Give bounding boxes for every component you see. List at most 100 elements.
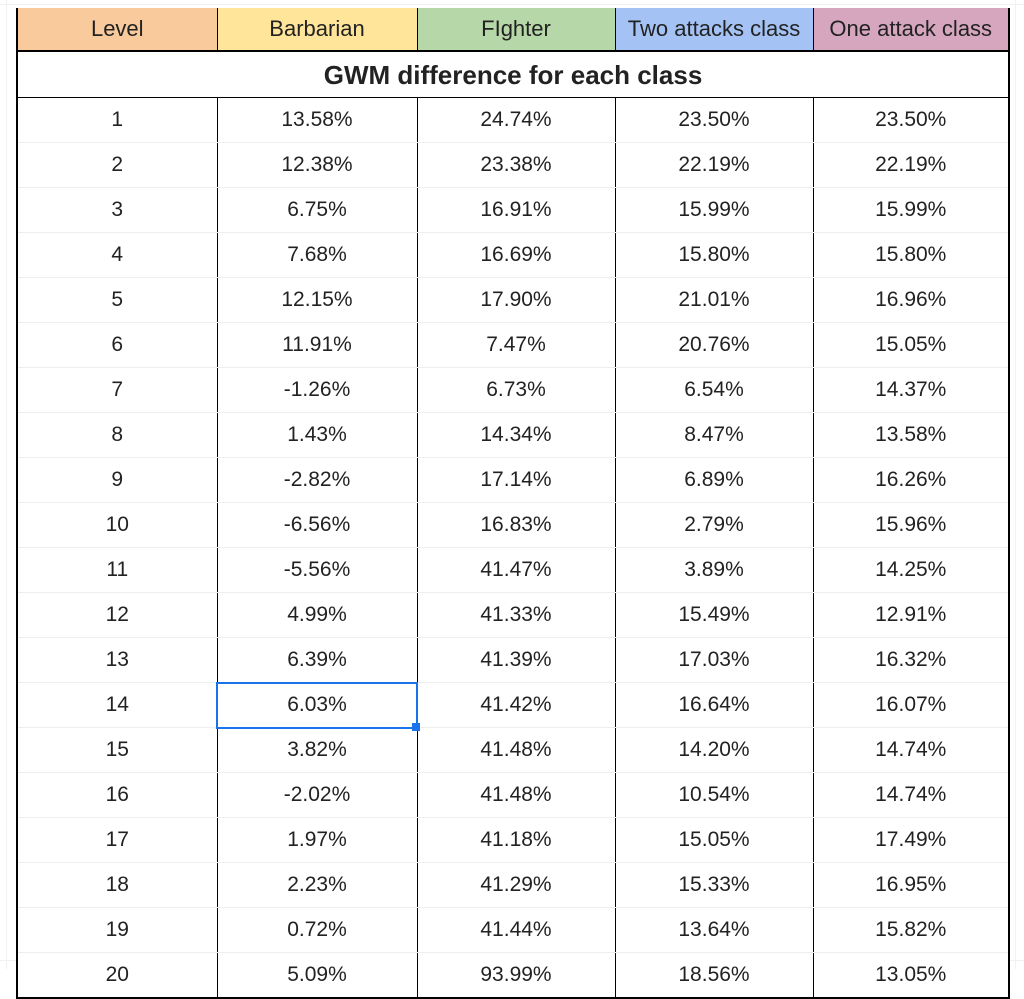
cell-fighter[interactable]: 16.91% xyxy=(417,188,615,233)
cell-two[interactable]: 15.80% xyxy=(615,233,813,278)
cell-fighter[interactable]: 17.90% xyxy=(417,278,615,323)
cell-two[interactable]: 15.33% xyxy=(615,863,813,908)
cell-one[interactable]: 14.74% xyxy=(813,773,1009,818)
cell-two[interactable]: 16.64% xyxy=(615,683,813,728)
col-header-level[interactable]: Level xyxy=(17,8,217,51)
cell-fighter[interactable]: 41.44% xyxy=(417,908,615,953)
cell-barb[interactable]: 12.38% xyxy=(217,143,417,188)
cell-fighter[interactable]: 23.38% xyxy=(417,143,615,188)
cell-level[interactable]: 2 xyxy=(17,143,217,188)
cell-two[interactable]: 15.49% xyxy=(615,593,813,638)
cell-fighter[interactable]: 7.47% xyxy=(417,323,615,368)
cell-barb[interactable]: 13.58% xyxy=(217,98,417,143)
cell-fighter[interactable]: 41.29% xyxy=(417,863,615,908)
cell-level[interactable]: 14 xyxy=(17,683,217,728)
cell-two[interactable]: 20.76% xyxy=(615,323,813,368)
cell-fighter[interactable]: 17.14% xyxy=(417,458,615,503)
cell-one[interactable]: 15.05% xyxy=(813,323,1009,368)
cell-two[interactable]: 15.05% xyxy=(615,818,813,863)
cell-two[interactable]: 6.89% xyxy=(615,458,813,503)
cell-level[interactable]: 20 xyxy=(17,953,217,999)
cell-fighter[interactable]: 41.33% xyxy=(417,593,615,638)
cell-fighter[interactable]: 41.39% xyxy=(417,638,615,683)
cell-one[interactable]: 13.05% xyxy=(813,953,1009,999)
cell-barb[interactable]: 11.91% xyxy=(217,323,417,368)
cell-barb[interactable]: -5.56% xyxy=(217,548,417,593)
cell-barb[interactable]: 0.72% xyxy=(217,908,417,953)
cell-one[interactable]: 13.58% xyxy=(813,413,1009,458)
cell-barb[interactable]: 1.97% xyxy=(217,818,417,863)
cell-one[interactable]: 14.37% xyxy=(813,368,1009,413)
cell-barb[interactable]: 2.23% xyxy=(217,863,417,908)
cell-level[interactable]: 4 xyxy=(17,233,217,278)
cell-one[interactable]: 16.07% xyxy=(813,683,1009,728)
cell-fighter[interactable]: 6.73% xyxy=(417,368,615,413)
cell-fighter[interactable]: 16.69% xyxy=(417,233,615,278)
cell-two[interactable]: 10.54% xyxy=(615,773,813,818)
cell-fighter[interactable]: 41.42% xyxy=(417,683,615,728)
cell-one[interactable]: 16.95% xyxy=(813,863,1009,908)
cell-barb[interactable]: -6.56% xyxy=(217,503,417,548)
cell-two[interactable]: 14.20% xyxy=(615,728,813,773)
cell-level[interactable]: 15 xyxy=(17,728,217,773)
cell-one[interactable]: 23.50% xyxy=(813,98,1009,143)
col-header-barbarian[interactable]: Barbarian xyxy=(217,8,417,51)
cell-fighter[interactable]: 41.47% xyxy=(417,548,615,593)
cell-barb[interactable]: 6.03% xyxy=(217,683,417,728)
cell-fighter[interactable]: 16.83% xyxy=(417,503,615,548)
cell-barb[interactable]: 1.43% xyxy=(217,413,417,458)
cell-two[interactable]: 6.54% xyxy=(615,368,813,413)
cell-level[interactable]: 12 xyxy=(17,593,217,638)
cell-level[interactable]: 8 xyxy=(17,413,217,458)
cell-barb[interactable]: -1.26% xyxy=(217,368,417,413)
cell-one[interactable]: 16.26% xyxy=(813,458,1009,503)
cell-one[interactable]: 12.91% xyxy=(813,593,1009,638)
cell-one[interactable]: 15.99% xyxy=(813,188,1009,233)
cell-level[interactable]: 1 xyxy=(17,98,217,143)
cell-level[interactable]: 11 xyxy=(17,548,217,593)
cell-level[interactable]: 19 xyxy=(17,908,217,953)
cell-level[interactable]: 13 xyxy=(17,638,217,683)
cell-two[interactable]: 21.01% xyxy=(615,278,813,323)
col-header-one-attack[interactable]: One attack class xyxy=(813,8,1009,51)
col-header-fighter[interactable]: FIghter xyxy=(417,8,615,51)
cell-two[interactable]: 2.79% xyxy=(615,503,813,548)
cell-one[interactable]: 17.49% xyxy=(813,818,1009,863)
cell-fighter[interactable]: 41.18% xyxy=(417,818,615,863)
cell-one[interactable]: 15.80% xyxy=(813,233,1009,278)
cell-two[interactable]: 3.89% xyxy=(615,548,813,593)
cell-barb[interactable]: -2.82% xyxy=(217,458,417,503)
cell-two[interactable]: 18.56% xyxy=(615,953,813,999)
cell-barb[interactable]: 7.68% xyxy=(217,233,417,278)
cell-barb[interactable]: -2.02% xyxy=(217,773,417,818)
cell-one[interactable]: 16.96% xyxy=(813,278,1009,323)
cell-level[interactable]: 7 xyxy=(17,368,217,413)
cell-one[interactable]: 15.96% xyxy=(813,503,1009,548)
cell-two[interactable]: 13.64% xyxy=(615,908,813,953)
cell-barb[interactable]: 6.75% xyxy=(217,188,417,233)
cell-barb[interactable]: 6.39% xyxy=(217,638,417,683)
cell-fighter[interactable]: 41.48% xyxy=(417,773,615,818)
cell-two[interactable]: 22.19% xyxy=(615,143,813,188)
cell-level[interactable]: 3 xyxy=(17,188,217,233)
cell-barb[interactable]: 5.09% xyxy=(217,953,417,999)
cell-fighter[interactable]: 93.99% xyxy=(417,953,615,999)
cell-one[interactable]: 22.19% xyxy=(813,143,1009,188)
cell-level[interactable]: 9 xyxy=(17,458,217,503)
cell-level[interactable]: 18 xyxy=(17,863,217,908)
cell-level[interactable]: 10 xyxy=(17,503,217,548)
cell-one[interactable]: 15.82% xyxy=(813,908,1009,953)
col-header-two-attacks[interactable]: Two attacks class xyxy=(615,8,813,51)
cell-level[interactable]: 16 xyxy=(17,773,217,818)
cell-level[interactable]: 17 xyxy=(17,818,217,863)
cell-two[interactable]: 23.50% xyxy=(615,98,813,143)
cell-level[interactable]: 6 xyxy=(17,323,217,368)
cell-fighter[interactable]: 41.48% xyxy=(417,728,615,773)
cell-one[interactable]: 16.32% xyxy=(813,638,1009,683)
cell-barb[interactable]: 4.99% xyxy=(217,593,417,638)
cell-fighter[interactable]: 24.74% xyxy=(417,98,615,143)
table-title[interactable]: GWM difference for each class xyxy=(17,51,1009,98)
cell-fighter[interactable]: 14.34% xyxy=(417,413,615,458)
cell-two[interactable]: 15.99% xyxy=(615,188,813,233)
cell-barb[interactable]: 12.15% xyxy=(217,278,417,323)
